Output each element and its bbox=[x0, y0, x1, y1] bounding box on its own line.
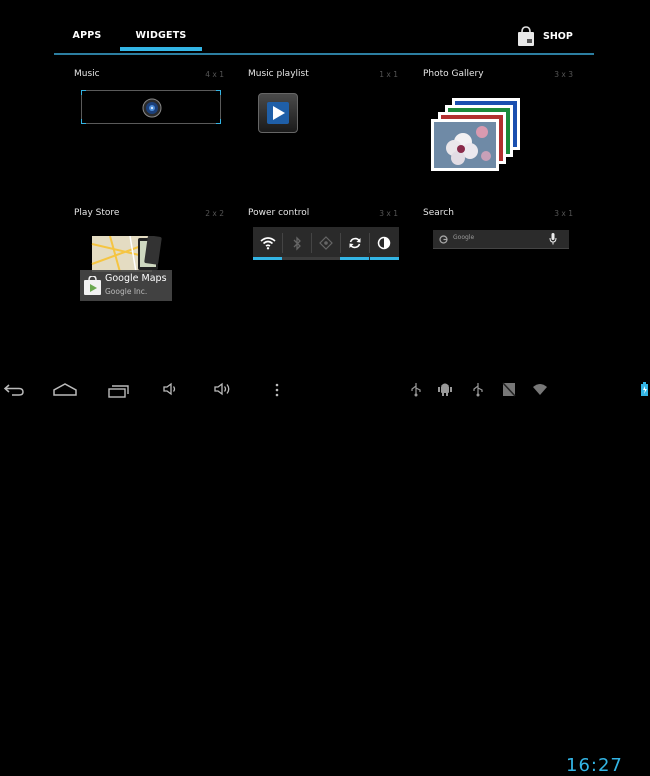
battery-charging-icon bbox=[641, 382, 648, 396]
widget-title-music: Music bbox=[74, 69, 100, 79]
photo-gallery-widget-preview[interactable] bbox=[430, 96, 525, 174]
menu-overflow-icon[interactable] bbox=[274, 383, 280, 397]
selection-corner bbox=[81, 119, 86, 124]
widget-title-search: Search bbox=[423, 208, 454, 218]
tab-apps-indicator bbox=[56, 47, 118, 51]
status-clock: 16:27 bbox=[566, 755, 623, 776]
speaker-icon bbox=[142, 98, 162, 118]
widget-size-search: 3 x 1 bbox=[554, 209, 573, 218]
search-placeholder: Google bbox=[453, 234, 475, 241]
tab-apps-label: APPS bbox=[72, 30, 102, 41]
back-icon[interactable] bbox=[3, 383, 25, 397]
widget-title-photo-gallery: Photo Gallery bbox=[423, 69, 484, 79]
google-g-icon bbox=[439, 235, 448, 244]
app-name: Google Maps bbox=[105, 273, 167, 284]
tab-bar: APPS WIDGETS SHOP bbox=[0, 0, 650, 56]
tab-widgets-label: WIDGETS bbox=[135, 30, 187, 41]
volume-down-icon[interactable] bbox=[162, 382, 178, 396]
usb-icon bbox=[411, 383, 421, 397]
sync-toggle bbox=[340, 227, 369, 260]
home-icon[interactable] bbox=[52, 383, 78, 397]
brightness-toggle bbox=[370, 227, 399, 260]
selection-corner bbox=[216, 90, 221, 95]
widget-title-power-control: Power control bbox=[248, 208, 310, 218]
wifi-icon bbox=[260, 237, 276, 250]
usb-icon bbox=[473, 383, 483, 397]
tab-widgets-indicator bbox=[120, 47, 202, 51]
gps-toggle bbox=[311, 227, 340, 260]
widget-size-photo-gallery: 3 x 3 bbox=[554, 70, 573, 79]
toggle-indicator-off bbox=[282, 257, 311, 260]
bluetooth-icon bbox=[293, 236, 301, 251]
system-bar: 16:27 bbox=[0, 378, 650, 776]
music-widget-preview[interactable] bbox=[81, 90, 221, 124]
shop-button[interactable]: SHOP bbox=[515, 22, 573, 50]
tab-divider bbox=[54, 53, 594, 55]
toggle-indicator-on bbox=[340, 257, 369, 260]
toggle-indicator-off bbox=[311, 257, 340, 260]
tab-apps[interactable]: APPS bbox=[56, 25, 118, 51]
selection-corner bbox=[216, 119, 221, 124]
brightness-icon bbox=[377, 236, 391, 250]
widget-title-music-playlist: Music playlist bbox=[248, 69, 309, 79]
tab-widgets[interactable]: WIDGETS bbox=[120, 25, 202, 51]
gps-icon bbox=[319, 236, 333, 250]
microphone-icon bbox=[549, 233, 557, 245]
app-developer: Google Inc. bbox=[105, 287, 148, 296]
volume-up-icon[interactable] bbox=[213, 382, 233, 396]
widget-size-power-control: 3 x 1 bbox=[379, 209, 398, 218]
toggle-indicator-on bbox=[253, 257, 282, 260]
sync-icon bbox=[349, 237, 361, 249]
play-icon bbox=[267, 102, 289, 124]
app-card-google-maps[interactable]: Google Maps Google Inc. bbox=[80, 270, 172, 301]
sd-card-icon bbox=[502, 382, 516, 397]
toggle-indicator-on bbox=[370, 257, 399, 260]
wifi-signal-icon bbox=[533, 384, 547, 395]
widget-size-music: 4 x 1 bbox=[205, 70, 224, 79]
android-debug-icon bbox=[438, 383, 452, 396]
widget-size-music-playlist: 1 x 1 bbox=[379, 70, 398, 79]
play-store-bag-icon bbox=[84, 276, 101, 295]
widget-size-play-store: 2 x 2 bbox=[205, 209, 224, 218]
recent-apps-icon[interactable] bbox=[107, 384, 131, 398]
music-playlist-widget-preview[interactable] bbox=[258, 93, 298, 133]
power-control-widget-preview[interactable] bbox=[253, 227, 399, 260]
search-widget-preview[interactable]: Google bbox=[433, 230, 569, 249]
selection-corner bbox=[81, 90, 86, 95]
bluetooth-toggle bbox=[282, 227, 311, 260]
widget-title-play-store: Play Store bbox=[74, 208, 120, 218]
wifi-toggle bbox=[253, 227, 282, 260]
map-screenshot-image bbox=[91, 236, 162, 272]
shop-label: SHOP bbox=[543, 30, 573, 42]
shopping-bag-icon bbox=[518, 26, 534, 46]
